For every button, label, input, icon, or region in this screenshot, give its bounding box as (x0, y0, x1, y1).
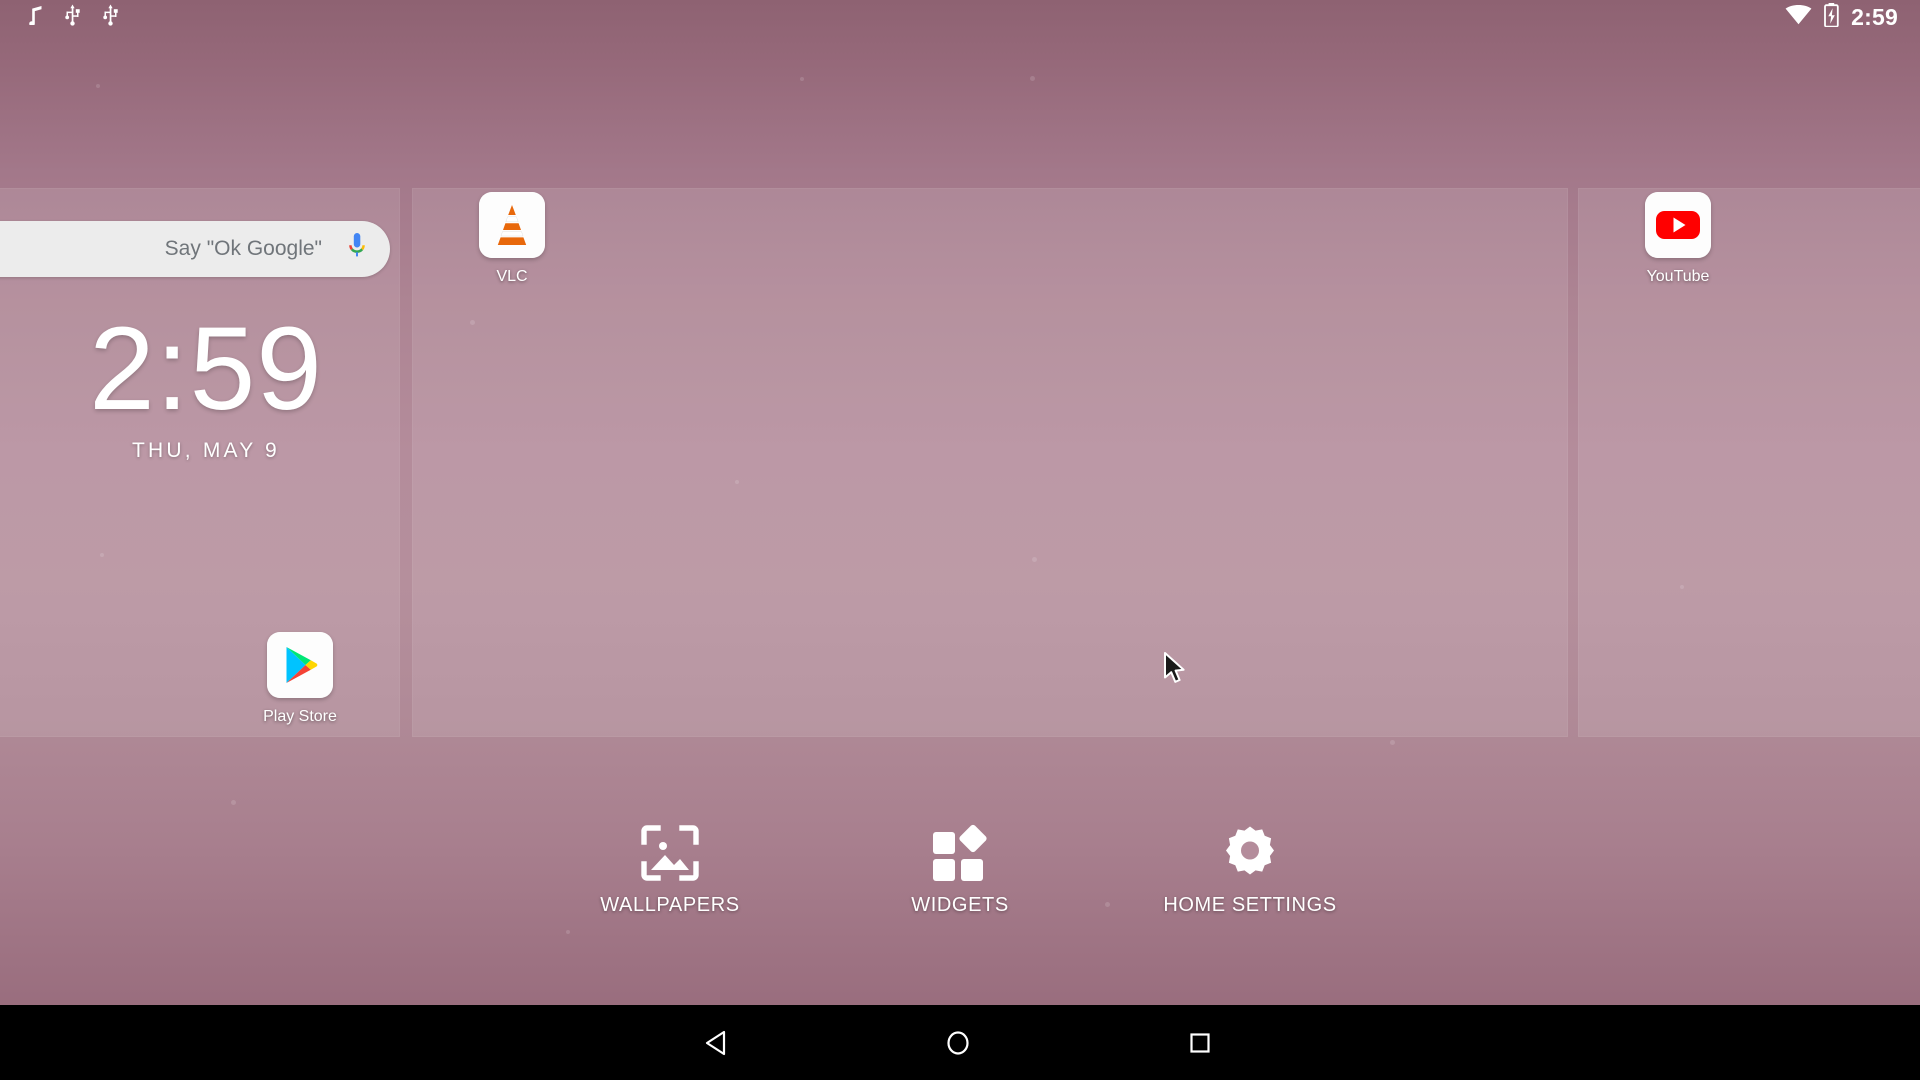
microphone-icon[interactable] (346, 232, 368, 267)
youtube-icon[interactable] (1645, 192, 1711, 258)
home-settings-button[interactable]: HOME SETTINGS (1155, 810, 1345, 917)
triangle-back-icon (705, 1030, 726, 1055)
gear-icon[interactable] (1155, 824, 1345, 882)
music-note-icon (26, 5, 43, 30)
wallpaper-speck (1030, 76, 1035, 81)
wallpaper-speck (231, 800, 236, 805)
app-icon-youtube[interactable]: YouTube (1613, 192, 1743, 286)
app-icon-vlc[interactable]: VLC (447, 192, 577, 286)
widgets-button[interactable]: WIDGETS (865, 810, 1055, 917)
nav-home-button[interactable] (898, 1005, 1018, 1080)
square-recents-icon (1190, 1032, 1210, 1053)
usb-icon-2 (102, 4, 119, 31)
app-label-vlc: VLC (496, 268, 528, 285)
status-bar-right-icons: 2:59 (1785, 0, 1898, 34)
vlc-icon[interactable] (479, 192, 545, 258)
app-icon-play-store[interactable]: Play Store (235, 632, 365, 726)
wallpaper-image-icon[interactable] (575, 824, 765, 882)
clock-widget-date: THU, MAY 9 (132, 439, 280, 462)
search-input-placeholder[interactable]: Say "Ok Google" (165, 237, 322, 261)
wallpaper-speck (800, 77, 804, 81)
home-page-panel-center[interactable] (412, 188, 1568, 737)
wallpapers-label: WALLPAPERS (600, 894, 740, 916)
wallpapers-button[interactable]: WALLPAPERS (575, 810, 765, 917)
app-label-youtube: YouTube (1646, 268, 1710, 285)
widgets-grid-icon[interactable] (865, 824, 1055, 882)
home-settings-label: HOME SETTINGS (1163, 894, 1337, 916)
wallpaper-speck (1390, 740, 1395, 745)
status-bar: 2:59 (0, 0, 1920, 34)
nav-recents-button[interactable] (1140, 1005, 1260, 1080)
widgets-label: WIDGETS (911, 894, 1009, 916)
google-search-bar[interactable]: Say "Ok Google" (0, 221, 390, 277)
usb-icon (64, 4, 81, 31)
status-bar-clock: 2:59 (1851, 4, 1898, 30)
wallpaper-speck (96, 84, 100, 88)
home-editor-action-bar: WALLPAPERS WIDGETS HOME SETTINGS (0, 810, 1920, 960)
android-home-screen: 2:59 Say "Ok Google" 2:59 THU, MAY 9 VLC… (0, 0, 1920, 1080)
app-label-play-store: Play Store (263, 708, 337, 725)
nav-back-button[interactable] (656, 1005, 776, 1080)
clock-widget-time: 2:59 (89, 303, 323, 435)
play-store-icon[interactable] (267, 632, 333, 698)
status-bar-left-icons (26, 0, 119, 34)
clock-widget[interactable]: 2:59 THU, MAY 9 (0, 303, 412, 463)
wifi-icon (1785, 4, 1812, 30)
battery-charging-icon (1824, 2, 1839, 32)
android-navigation-bar (0, 1005, 1920, 1080)
circle-home-icon (947, 1030, 969, 1055)
